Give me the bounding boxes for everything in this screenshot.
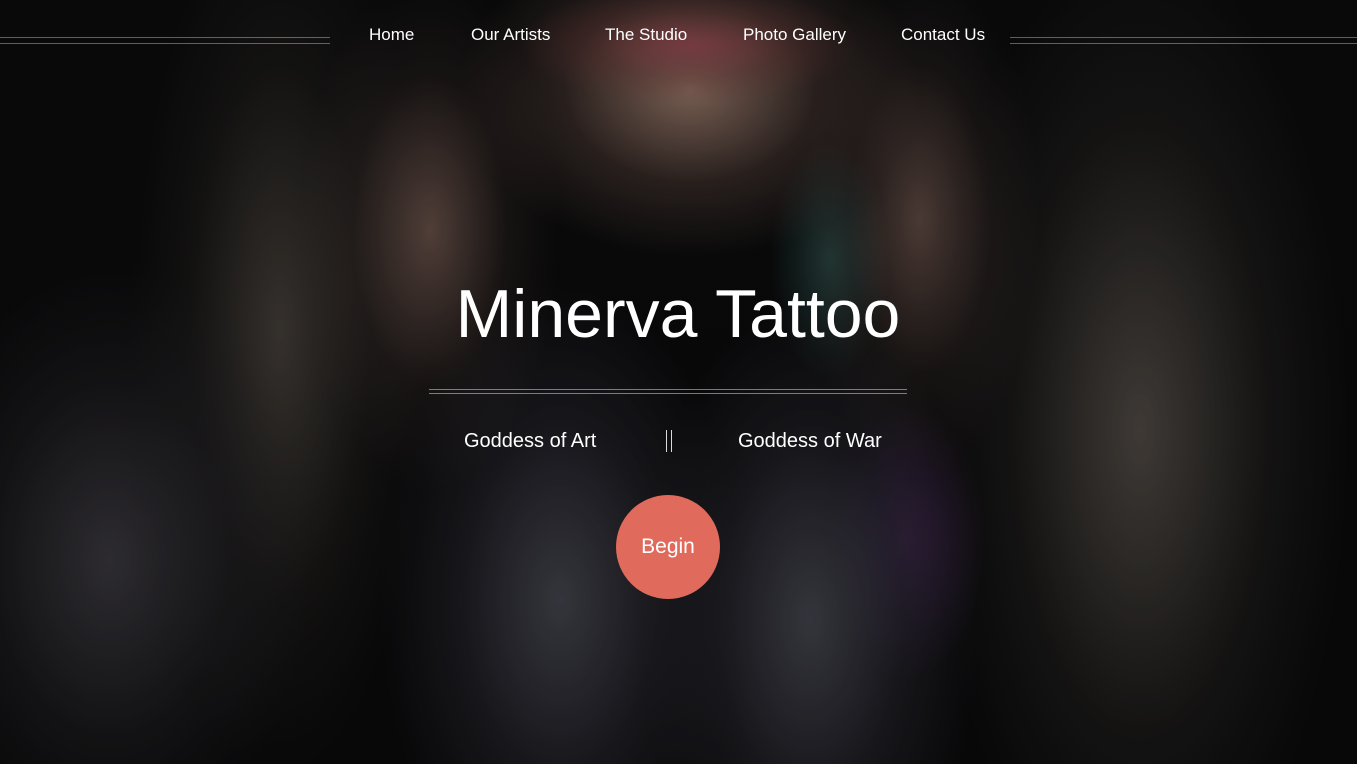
page-title: Minerva Tattoo <box>455 276 901 352</box>
nav-item-the-studio[interactable]: The Studio <box>605 24 687 46</box>
nav-item-home[interactable]: Home <box>369 24 414 46</box>
nav-item-our-artists[interactable]: Our Artists <box>471 24 550 46</box>
tagline-right: Goddess of War <box>738 430 882 452</box>
nav-item-photo-gallery[interactable]: Photo Gallery <box>743 24 846 46</box>
main-nav: Home Our Artists The Studio Photo Galler… <box>0 0 1357 74</box>
nav-item-contact-us[interactable]: Contact Us <box>901 24 985 46</box>
tagline-left: Goddess of Art <box>464 430 597 452</box>
title-divider <box>429 389 907 394</box>
nav-divider-left <box>0 37 330 44</box>
tagline-separator <box>664 428 674 454</box>
hero-section: Home Our Artists The Studio Photo Galler… <box>0 0 1357 764</box>
hero-overlay <box>0 0 1357 764</box>
nav-divider-right <box>1010 37 1357 44</box>
begin-button[interactable]: Begin <box>616 495 720 599</box>
